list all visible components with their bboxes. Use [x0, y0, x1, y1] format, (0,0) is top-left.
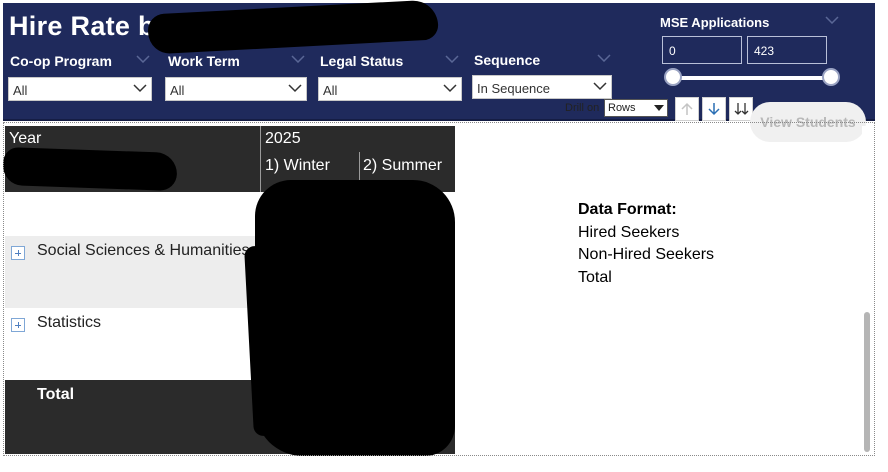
mse-min-value: 0: [669, 44, 676, 58]
mse-range-min-handle[interactable]: [664, 68, 682, 86]
drill-on-select[interactable]: Rows: [604, 99, 668, 117]
chevron-down-icon[interactable]: [291, 55, 305, 63]
mse-max-value: 423: [754, 44, 775, 58]
mse-range-slider-track[interactable]: [672, 76, 832, 80]
total-row-label: Total: [37, 386, 75, 403]
sequence-value: In Sequence: [477, 81, 551, 96]
mse-range-max-handle[interactable]: [822, 68, 840, 86]
redaction-scribble: [255, 180, 455, 456]
chevron-down-icon: [654, 105, 664, 111]
column-divider: [260, 126, 261, 192]
work-term-value: All: [170, 83, 185, 98]
drill-down-button[interactable]: [702, 97, 726, 121]
chevron-down-icon[interactable]: [597, 54, 611, 62]
chevron-down-icon: [443, 84, 457, 93]
legal-status-value: All: [323, 83, 338, 98]
hire-rate-matrix: Year 2025 1) Winter 2) Summer Social Sci…: [2, 126, 455, 456]
mse-max-input[interactable]: 423: [747, 36, 827, 64]
chevron-down-icon: [133, 84, 147, 93]
data-format-line-non-hired: Non-Hired Seekers: [578, 246, 715, 263]
column-header-winter[interactable]: 1) Winter: [265, 157, 330, 175]
page-title: Hire Rate by: [9, 11, 171, 41]
chevron-down-icon[interactable]: [136, 55, 150, 63]
data-format-line-hired: Hired Seekers: [578, 223, 680, 241]
sequence-dropdown[interactable]: In Sequence: [472, 75, 612, 99]
data-format-heading: Data Format:: [578, 201, 677, 218]
filter-label-legal-status: Legal Status: [320, 53, 404, 69]
row-label-social-sciences: Social Sciences & Humanities: [37, 242, 250, 259]
mse-min-input[interactable]: 0: [662, 36, 742, 64]
year-value[interactable]: 2025: [265, 130, 301, 148]
drill-on-value: Rows: [608, 102, 636, 114]
chevron-down-icon: [593, 82, 607, 91]
expand-plus-icon[interactable]: [11, 246, 25, 260]
row-label-statistics: Statistics: [37, 314, 102, 331]
chevron-down-icon: [288, 84, 302, 93]
arrow-down-icon: [708, 103, 720, 116]
legal-status-dropdown[interactable]: All: [318, 77, 462, 101]
redaction-scribble: [147, 0, 439, 55]
view-students-button[interactable]: View Students: [750, 102, 866, 142]
column-header-summer[interactable]: 2) Summer: [363, 157, 442, 175]
expand-plus-icon[interactable]: [11, 318, 25, 332]
year-header-label: Year: [9, 130, 42, 147]
drill-on-label: Drill on: [565, 102, 600, 114]
data-format-line-total: Total: [578, 268, 612, 286]
arrow-up-icon: [681, 102, 693, 115]
matrix-header-year-row: Year 2025: [5, 126, 455, 152]
coop-program-dropdown[interactable]: All: [8, 77, 152, 101]
data-format-card: Data Format: Hired Seekers Non-Hired See…: [578, 199, 714, 289]
work-term-dropdown[interactable]: All: [165, 77, 307, 101]
vertical-scrollbar-thumb[interactable]: [864, 312, 870, 452]
mse-applications-label: MSE Applications: [660, 15, 770, 30]
chevron-down-icon[interactable]: [825, 16, 839, 24]
redaction-scribble: [2, 146, 178, 192]
report-canvas: Hire Rate by Co-op Program All Work Term…: [0, 0, 888, 472]
chevron-down-icon[interactable]: [445, 55, 459, 63]
filter-label-sequence: Sequence: [474, 52, 541, 68]
filter-label-work-term: Work Term: [168, 53, 240, 69]
double-arrow-down-icon: [734, 103, 749, 115]
coop-program-value: All: [13, 83, 28, 98]
drill-up-button[interactable]: [675, 97, 699, 121]
filter-label-coop-program: Co-op Program: [10, 53, 112, 69]
